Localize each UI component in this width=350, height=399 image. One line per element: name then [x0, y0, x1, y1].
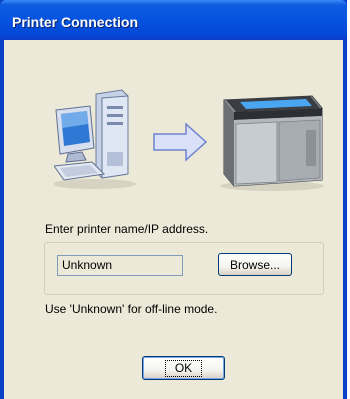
browse-button[interactable]: Browse... — [218, 253, 292, 276]
arrow-right-icon — [153, 122, 208, 162]
computer-icon — [54, 89, 136, 189]
offline-hint: Use 'Unknown' for off-line mode. — [45, 302, 218, 316]
connection-illustration — [54, 89, 324, 191]
prompt-label: Enter printer name/IP address. — [45, 222, 209, 236]
ok-button[interactable]: OK — [142, 356, 225, 380]
dialog-body: Enter printer name/IP address. Unknown B… — [4, 40, 343, 399]
printer-connection-window: Printer Connection Enter printer name/IP… — [0, 0, 347, 399]
printer-icon — [220, 95, 324, 191]
printer-address-group: Unknown Browse... — [44, 242, 324, 295]
printer-address-field[interactable]: Unknown — [57, 255, 183, 276]
title-bar[interactable]: Printer Connection — [0, 0, 347, 40]
window-title: Printer Connection — [12, 14, 139, 30]
ok-button-label: OK — [164, 359, 203, 377]
